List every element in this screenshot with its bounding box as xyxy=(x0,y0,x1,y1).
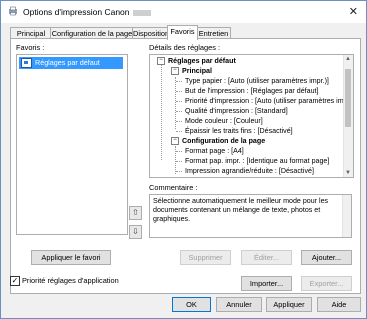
tree-node-configuration: − Configuration de la page xyxy=(171,137,265,146)
tree-item: But de l'impression : [Réglages par défa… xyxy=(185,87,319,95)
help-button[interactable]: Aide xyxy=(317,297,361,312)
apply-favorite-button[interactable]: Appliquer le favori xyxy=(31,250,111,265)
comment-text: Sélectionne automatiquement le meilleur … xyxy=(153,197,329,223)
favorite-settings-icon xyxy=(21,58,32,69)
printer-name-redacted xyxy=(132,9,151,16)
delete-button[interactable]: Supprimer xyxy=(180,250,231,265)
favoris-item-label: Réglages par défaut xyxy=(35,58,100,67)
tab-favoris[interactable]: Favoris xyxy=(167,25,198,40)
collapse-icon[interactable]: − xyxy=(171,137,179,146)
collapse-icon[interactable]: − xyxy=(171,67,179,76)
edit-button[interactable]: Éditer... xyxy=(241,250,292,265)
comment-label: Commentaire : xyxy=(149,183,198,192)
move-down-button[interactable]: ⇩ xyxy=(129,225,142,239)
priority-checkbox-label: Priorité réglages d'application xyxy=(22,276,119,285)
tree-item: Format page : [A4] xyxy=(185,147,244,155)
title-bar: Options d'impression Canon ✕ xyxy=(1,1,366,23)
tree-item: Impression agrandie/réduite : [Désactivé… xyxy=(185,167,314,175)
comment-box: Sélectionne automatiquement le meilleur … xyxy=(149,194,352,238)
favoris-panel: Favoris : Réglages par défaut ⇧ ⇩ Détail… xyxy=(10,38,361,294)
collapse-icon[interactable]: − xyxy=(157,57,165,66)
scroll-down-icon[interactable]: ▼ xyxy=(345,170,351,176)
export-button[interactable]: Exporter... xyxy=(301,276,352,291)
import-button[interactable]: Importer... xyxy=(241,276,292,291)
tree-root: − Réglages par défaut xyxy=(157,57,236,66)
scroll-thumb[interactable] xyxy=(345,69,351,127)
settings-details-tree[interactable]: − Réglages par défaut − Principal Type pap… xyxy=(149,54,354,178)
close-icon[interactable]: ✕ xyxy=(349,5,358,18)
favoris-item-default[interactable]: Réglages par défaut xyxy=(19,57,123,69)
tree-item: Priorité d'impression : [Auto (utiliser … xyxy=(185,97,354,105)
window-title: Options d'impression Canon xyxy=(23,7,151,17)
favoris-list[interactable]: Réglages par défaut xyxy=(16,54,128,235)
tree-item: Mode couleur : [Couleur] xyxy=(185,117,263,125)
tree-item: Type papier : [Auto (utiliser paramètres… xyxy=(185,77,329,85)
priority-checkbox[interactable]: ✓ xyxy=(10,276,20,286)
details-scrollbar[interactable]: ▲ ▼ xyxy=(343,55,353,177)
ok-button[interactable]: OK xyxy=(172,297,211,312)
cancel-button[interactable]: Annuler xyxy=(216,297,262,312)
apply-button[interactable]: Appliquer xyxy=(266,297,312,312)
favoris-label: Favoris : xyxy=(16,43,45,52)
printing-options-window: Options d'impression Canon ✕ Principal C… xyxy=(0,0,367,319)
tree-item: Format pap. impr. : [Identique au format… xyxy=(185,157,330,165)
tree-node-principal: − Principal xyxy=(171,67,212,76)
tree-item: Épaissir les traits fins : [Désactivé] xyxy=(185,127,293,135)
printer-icon xyxy=(9,6,17,16)
comment-scrollbar[interactable] xyxy=(342,195,351,237)
details-label: Détails des réglages : xyxy=(149,43,221,52)
scroll-up-icon[interactable]: ▲ xyxy=(345,56,351,62)
tree-item: Qualité d'impression : [Standard] xyxy=(185,107,288,115)
add-button[interactable]: Ajouter... xyxy=(301,250,352,265)
move-up-button[interactable]: ⇧ xyxy=(129,206,142,220)
